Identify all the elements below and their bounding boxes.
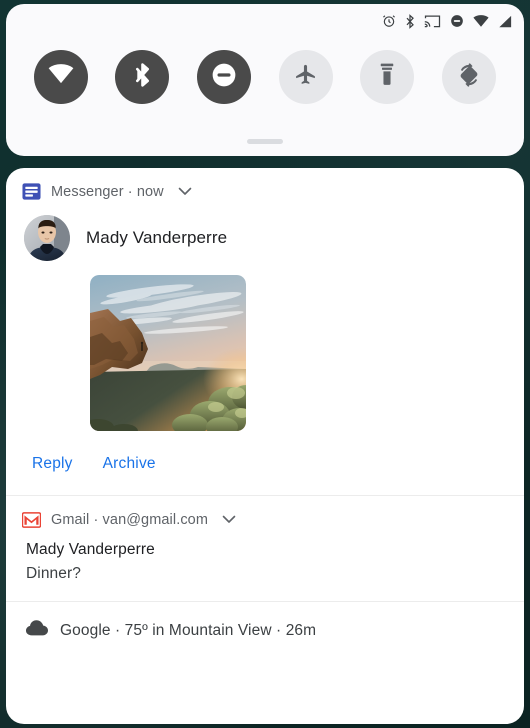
notification-messenger[interactable]: Messenger · now Mady Vanderperre Reply A… <box>6 168 524 495</box>
app-label-gmail: Gmail · van@gmail.com <box>51 511 209 528</box>
chevron-down-icon[interactable] <box>222 515 236 524</box>
notification-actions: Reply Archive <box>6 431 524 495</box>
qs-tile-wifi[interactable] <box>33 50 88 104</box>
qs-tile-bluetooth[interactable] <box>115 50 170 104</box>
message-attachment-wrap <box>6 261 524 431</box>
message-attachment-image[interactable] <box>90 275 246 431</box>
do-not-disturb-icon <box>211 62 237 93</box>
notification-card: Messenger · now Mady Vanderperre Reply A… <box>6 168 524 724</box>
quick-settings-drag-handle[interactable] <box>247 139 283 144</box>
notification-google-weather[interactable]: Google · 75º in Mountain View · 26m <box>6 602 524 660</box>
alarm-icon <box>382 14 396 28</box>
archive-button[interactable]: Archive <box>93 449 166 479</box>
avatar <box>24 215 70 261</box>
qs-tile-flashlight[interactable] <box>360 50 415 104</box>
cloud-icon <box>26 620 48 642</box>
airplane-icon <box>293 62 318 92</box>
gmail-message-title: Mady Vanderperre <box>26 541 155 558</box>
gmail-message-body: Dinner? <box>26 565 81 582</box>
do-not-disturb-icon <box>450 14 464 28</box>
message-sender-row: Mady Vanderperre <box>6 205 524 261</box>
quick-settings-panel <box>6 4 524 156</box>
flashlight-icon <box>376 62 398 92</box>
reply-button[interactable]: Reply <box>22 449 83 479</box>
gmail-body: Mady Vanderperre Dinner? <box>6 533 524 601</box>
qs-tile-airplane-mode[interactable] <box>278 50 333 104</box>
status-bar <box>382 10 512 32</box>
message-sender-name: Mady Vanderperre <box>86 228 228 247</box>
app-label-messenger: Messenger · now <box>51 183 164 200</box>
notification-gmail[interactable]: Gmail · van@gmail.com Mady Vanderperre D… <box>6 496 524 601</box>
notification-header: Gmail · van@gmail.com <box>6 496 524 533</box>
messenger-icon <box>22 182 41 201</box>
chevron-down-icon[interactable] <box>178 187 192 196</box>
qs-tile-do-not-disturb[interactable] <box>197 50 252 104</box>
google-weather-label: Google · 75º in Mountain View · 26m <box>60 622 317 639</box>
bluetooth-icon <box>134 62 151 93</box>
wifi-icon <box>473 14 489 28</box>
wifi-icon <box>48 64 74 90</box>
bluetooth-icon <box>405 13 415 29</box>
auto-rotate-icon <box>456 62 482 93</box>
gmail-icon <box>22 510 41 529</box>
signal-icon <box>498 15 512 28</box>
quick-settings-tiles <box>6 50 524 104</box>
notification-header: Google · 75º in Mountain View · 26m <box>6 602 524 660</box>
cast-icon <box>424 14 441 28</box>
notification-header: Messenger · now <box>6 168 524 205</box>
qs-tile-auto-rotate[interactable] <box>442 50 497 104</box>
